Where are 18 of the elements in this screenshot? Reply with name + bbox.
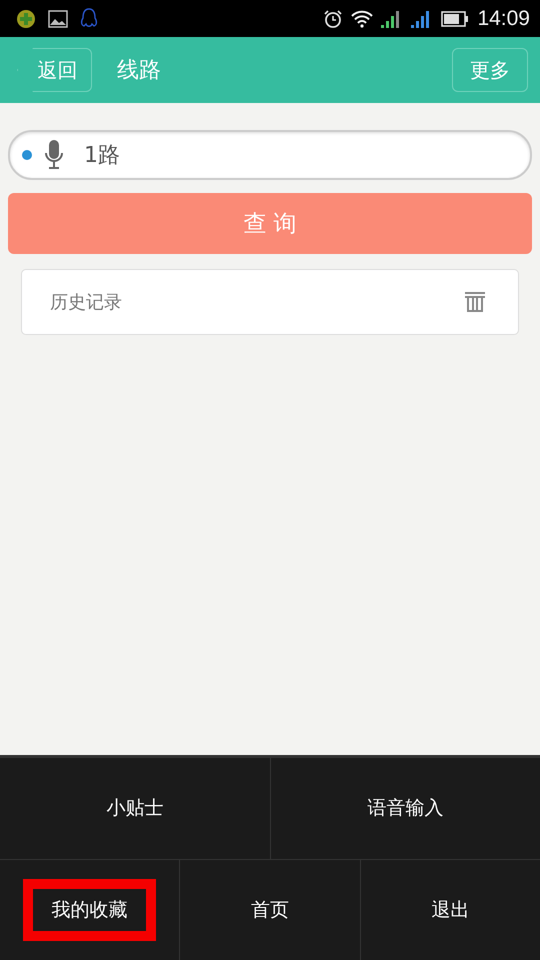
alarm-icon [323, 8, 344, 28]
trash-icon[interactable] [464, 291, 486, 313]
battery-icon [441, 10, 470, 26]
history-card[interactable]: 历史记录 [21, 269, 519, 335]
microphone-icon [44, 139, 64, 171]
menu-item[interactable]: 首页 [203, 878, 336, 941]
wifi-icon [351, 10, 374, 28]
penguin-icon [80, 8, 98, 30]
clock-time: 14:09 [477, 6, 530, 30]
image-icon [48, 10, 68, 28]
page-title: 线路 [117, 57, 162, 85]
history-label: 历史记录 [50, 291, 122, 314]
menu-item[interactable]: 我的收藏 [23, 878, 156, 941]
menu-item[interactable]: 小贴士 [68, 777, 202, 840]
menu-item[interactable]: 语音输入 [338, 777, 472, 840]
menu-item[interactable]: 退出 [384, 878, 517, 941]
search-field[interactable]: 1路 [8, 130, 532, 180]
app-icon [16, 8, 36, 28]
